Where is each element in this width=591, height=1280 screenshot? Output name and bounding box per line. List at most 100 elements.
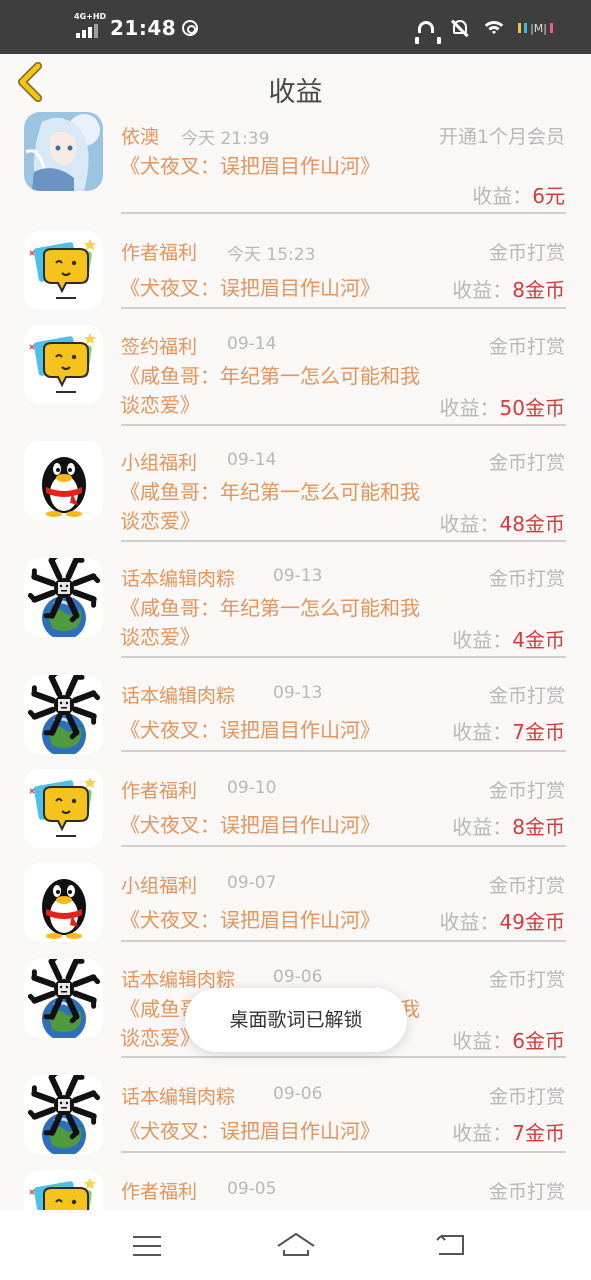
- sender-name: 签约福利: [121, 336, 198, 358]
- book-title[interactable]: 《咸鱼哥：年纪第一怎么可能和我谈恋爱》: [120, 362, 420, 420]
- timestamp: 09-10: [227, 778, 277, 798]
- status-time: 21:48: [110, 16, 177, 40]
- timestamp: 今天 21:39: [181, 129, 270, 149]
- timestamp: 09-05: [227, 1179, 277, 1199]
- menu-icon[interactable]: [133, 1234, 163, 1258]
- row-divider: [121, 1151, 566, 1153]
- earning-amount: 收益：7金币: [452, 1117, 565, 1146]
- earning-label: 收益：: [452, 815, 513, 839]
- earning-label: 收益：: [452, 1121, 513, 1145]
- sender-name: 作者福利: [121, 242, 198, 264]
- wifi-icon: [482, 19, 507, 37]
- earning-value: 49金币: [499, 910, 565, 934]
- earning-amount: 收益：7金币: [452, 716, 565, 745]
- battery-text: |M|: [530, 21, 547, 35]
- sender-name: 依澳: [121, 126, 160, 148]
- earning-label: 收益：: [452, 278, 513, 302]
- timestamp: 09-06: [273, 967, 323, 987]
- muted-bell-icon: [450, 18, 470, 38]
- book-title[interactable]: 《犬夜叉：误把眉目作山河》: [120, 1117, 430, 1146]
- chat-bubble-avatar[interactable]: [24, 325, 103, 404]
- earning-value: 50金币: [499, 396, 565, 420]
- book-title[interactable]: 《犬夜叉：误把眉目作山河》: [120, 811, 430, 840]
- meme-earth-avatar[interactable]: [24, 558, 103, 637]
- earning-value: 7金币: [512, 720, 565, 744]
- chat-bubble-avatar[interactable]: [24, 231, 103, 310]
- timestamp: 09-06: [273, 1084, 323, 1104]
- row-divider: [121, 750, 566, 752]
- earning-type: 金币打赏: [488, 1181, 565, 1203]
- timestamp: 09-13: [273, 683, 323, 703]
- earning-label: 收益：: [452, 720, 513, 744]
- meme-earth-avatar[interactable]: [24, 675, 103, 754]
- penguin-avatar[interactable]: [24, 441, 103, 520]
- sender-name: 话本编辑肉粽: [121, 568, 236, 590]
- earning-type: 金币打赏: [488, 568, 565, 590]
- earning-value: 6金币: [512, 1029, 565, 1053]
- timestamp: 09-13: [273, 566, 323, 586]
- back-nav-icon[interactable]: [435, 1232, 467, 1258]
- earning-type: 开通1个月会员: [438, 126, 565, 148]
- sender-name: 作者福利: [121, 780, 198, 802]
- row-divider: [121, 845, 566, 847]
- meme-earth-avatar[interactable]: [24, 1075, 103, 1154]
- earning-label: 收益：: [439, 910, 500, 934]
- earning-amount: 收益：8金币: [452, 811, 565, 840]
- earning-amount: 收益：49金币: [440, 906, 565, 935]
- earning-amount: 收益：48金币: [440, 508, 565, 537]
- earning-type: 金币打赏: [488, 685, 565, 707]
- anime-girl-avatar[interactable]: [24, 112, 103, 191]
- row-divider: [121, 940, 566, 942]
- earning-type: 金币打赏: [488, 780, 565, 802]
- earning-label: 收益：: [452, 1029, 513, 1053]
- header-bar: 收益: [0, 54, 591, 110]
- sender-name: 小组福利: [121, 875, 198, 897]
- row-divider: [121, 1056, 566, 1058]
- toast-message: 桌面歌词已解锁: [185, 988, 407, 1052]
- row-divider: [121, 540, 566, 542]
- earning-value: 7金币: [512, 1121, 565, 1145]
- book-title[interactable]: 《咸鱼哥：年纪第一怎么可能和我谈恋爱》: [120, 594, 420, 652]
- book-title[interactable]: 《犬夜叉：误把眉目作山河》: [120, 906, 430, 935]
- row-divider: [121, 307, 566, 309]
- earning-value: 8金币: [512, 815, 565, 839]
- earning-amount: 收益：8金币: [452, 274, 565, 303]
- headphones-icon: [418, 18, 438, 38]
- earning-type: 金币打赏: [488, 452, 565, 474]
- earning-value: 48金币: [499, 512, 565, 536]
- earning-value: 6元: [532, 184, 565, 208]
- row-divider: [121, 656, 566, 658]
- timestamp: 今天 15:23: [227, 245, 316, 265]
- earning-amount: 收益：6元: [472, 180, 565, 209]
- book-title[interactable]: 《咸鱼哥：年纪第一怎么可能和我谈恋爱》: [120, 478, 420, 536]
- book-title[interactable]: 《犬夜叉：误把眉目作山河》: [120, 274, 430, 303]
- sender-name: 话本编辑肉粽: [121, 685, 236, 707]
- book-title[interactable]: 《犬夜叉：误把眉目作山河》: [120, 716, 430, 745]
- earning-amount: 收益：6金币: [452, 1025, 565, 1054]
- earning-label: 收益：: [439, 512, 500, 536]
- cellular-signal-icon: 4G+HD: [74, 12, 106, 40]
- row-divider: [121, 212, 566, 214]
- earning-type: 金币打赏: [488, 1086, 565, 1108]
- chat-bubble-avatar[interactable]: [24, 769, 103, 848]
- penguin-avatar[interactable]: [24, 863, 103, 942]
- earning-type: 金币打赏: [488, 242, 565, 264]
- sender-name: 小组福利: [121, 452, 198, 474]
- battery-icon: |M|: [518, 22, 553, 35]
- sender-name: 话本编辑肉粽: [121, 1086, 236, 1108]
- page-title: 收益: [268, 77, 323, 108]
- earning-label: 收益：: [452, 628, 513, 652]
- book-title[interactable]: 《犬夜叉：误把眉目作山河》: [120, 152, 382, 181]
- earning-amount: 收益：4金币: [452, 624, 565, 653]
- earning-label: 收益：: [439, 396, 500, 420]
- earning-type: 金币打赏: [488, 336, 565, 358]
- sender-name: 作者福利: [121, 1181, 198, 1203]
- earnings-page: 4G+HD 21:48 |M| 收益 依澳 今天 21:39 开通1个月会员 《…: [0, 0, 591, 1280]
- timestamp: 09-14: [227, 334, 277, 354]
- home-icon[interactable]: [276, 1230, 316, 1258]
- timestamp: 09-07: [227, 873, 277, 893]
- row-divider: [121, 424, 566, 426]
- sync-icon: [182, 20, 199, 36]
- system-nav-bar: [0, 1210, 591, 1280]
- meme-earth-avatar[interactable]: [24, 959, 103, 1038]
